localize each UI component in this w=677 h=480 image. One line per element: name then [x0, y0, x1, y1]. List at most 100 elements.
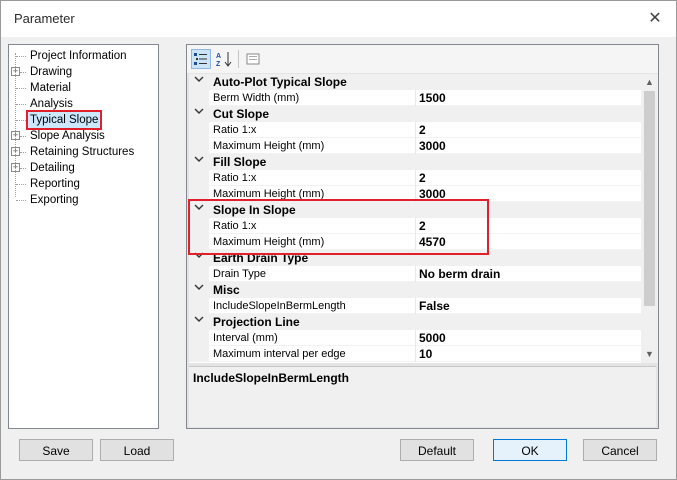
property-row[interactable]: Berm Width (mm) 1500 — [189, 90, 641, 106]
property-value[interactable]: 3000 — [419, 186, 446, 202]
tree-connector — [20, 168, 26, 169]
property-value[interactable]: 3000 — [419, 138, 446, 154]
categorized-icon[interactable] — [191, 49, 211, 69]
row-gutter — [189, 330, 209, 346]
tree-item-label: Detailing — [30, 162, 75, 174]
property-row[interactable]: Interval (mm) 5000 — [189, 330, 641, 346]
property-value[interactable]: 10 — [419, 346, 432, 362]
row-gutter — [189, 138, 209, 154]
property-value[interactable]: 2 — [419, 122, 426, 138]
tree-connector — [16, 104, 26, 105]
tree-item-analysis[interactable]: Analysis — [9, 96, 156, 112]
property-row[interactable]: Maximum Height (mm) 3000 — [189, 138, 641, 154]
property-value[interactable]: 5000 — [419, 330, 446, 346]
property-value[interactable]: False — [419, 298, 450, 314]
vertical-scrollbar[interactable]: ▲ ▼ — [641, 74, 658, 363]
row-gutter — [189, 122, 209, 138]
tree-item-drawing[interactable]: + Drawing — [9, 64, 156, 80]
row-gutter — [189, 90, 209, 106]
category-label: Slope In Slope — [213, 203, 296, 217]
column-divider — [415, 298, 416, 314]
tree-item-typical-slope[interactable]: Typical Slope — [9, 110, 156, 130]
property-row[interactable]: Maximum Height (mm) 4570 — [189, 234, 641, 250]
property-pages-icon[interactable] — [243, 49, 263, 69]
tree-item-label: Drawing — [30, 66, 73, 78]
window-title: Parameter — [14, 11, 75, 26]
chevron-down-icon[interactable] — [194, 282, 206, 298]
svg-text:Z: Z — [216, 61, 221, 68]
tree-connector — [16, 56, 26, 57]
category-row[interactable]: Misc — [189, 282, 641, 298]
tree-item-material[interactable]: Material — [9, 80, 156, 96]
property-value[interactable]: 2 — [419, 170, 426, 186]
property-grid[interactable]: Auto-Plot Typical Slope Berm Width (mm) 15… — [189, 74, 641, 363]
chevron-down-icon[interactable] — [194, 314, 206, 330]
tree-item-label: Project Information — [30, 50, 127, 62]
column-divider — [415, 218, 416, 234]
load-button[interactable]: Load — [100, 439, 174, 461]
scroll-down-icon[interactable]: ▼ — [641, 346, 658, 363]
row-gutter — [189, 234, 209, 250]
property-grid-panel: A Z Auto-Plot Typical Slope Berm Width (m… — [186, 44, 659, 429]
property-value[interactable]: 4570 — [419, 234, 446, 250]
svg-text:A: A — [216, 53, 221, 60]
description-panel: IncludeSlopeInBermLength — [189, 366, 656, 427]
ok-button[interactable]: OK — [493, 439, 567, 461]
property-value[interactable]: 1500 — [419, 90, 446, 106]
category-row[interactable]: Auto-Plot Typical Slope — [189, 74, 641, 90]
chevron-down-icon[interactable] — [194, 202, 206, 218]
tree-item-label: Slope Analysis — [30, 130, 105, 142]
column-divider — [415, 330, 416, 346]
column-divider — [415, 170, 416, 186]
toolbar-separator — [238, 50, 239, 68]
property-value[interactable]: 2 — [419, 218, 426, 234]
save-button[interactable]: Save — [19, 439, 93, 461]
tree-item-label: Exporting — [30, 194, 79, 206]
property-name: Drain Type — [213, 268, 266, 280]
tree-connector — [20, 72, 26, 73]
property-row[interactable]: Ratio 1:x 2 — [189, 170, 641, 186]
chevron-down-icon[interactable] — [194, 106, 206, 122]
category-row[interactable]: Projection Line — [189, 314, 641, 330]
category-row[interactable]: Slope In Slope — [189, 202, 641, 218]
property-row[interactable]: IncludeSlopeInBermLength False — [189, 298, 641, 314]
category-row[interactable]: Fill Slope — [189, 154, 641, 170]
tree-item-label: Reporting — [30, 178, 80, 190]
tree-item-retaining-structures[interactable]: + Retaining Structures — [9, 144, 156, 160]
tree-item-label: Analysis — [30, 98, 73, 110]
tree-item-detailing[interactable]: + Detailing — [9, 160, 156, 176]
default-button[interactable]: Default — [400, 439, 474, 461]
property-row[interactable]: Drain Type No berm drain — [189, 266, 641, 282]
tree-item-exporting[interactable]: Exporting — [9, 192, 156, 208]
property-value[interactable]: No berm drain — [419, 266, 500, 282]
chevron-down-icon[interactable] — [194, 250, 206, 266]
tree-connector — [20, 152, 26, 153]
category-row[interactable]: Earth Drain Type — [189, 250, 641, 266]
tree-item-project-information[interactable]: Project Information — [9, 48, 156, 64]
category-row[interactable]: Cut Slope — [189, 106, 641, 122]
column-divider — [415, 90, 416, 106]
row-gutter — [189, 266, 209, 282]
scroll-up-icon[interactable]: ▲ — [641, 74, 658, 91]
chevron-down-icon[interactable] — [194, 74, 206, 90]
tree-item-label: Retaining Structures — [30, 146, 135, 158]
property-row[interactable]: Ratio 1:x 2 — [189, 218, 641, 234]
tree-connector — [16, 200, 26, 201]
close-icon[interactable]: ✕ — [644, 8, 666, 30]
row-gutter — [189, 346, 209, 362]
sort-az-icon[interactable]: A Z — [214, 49, 234, 69]
cancel-button[interactable]: Cancel — [583, 439, 657, 461]
category-tree[interactable]: Project Information + Drawing Material Analy… — [8, 44, 159, 429]
tree-item-slope-analysis[interactable]: + Slope Analysis — [9, 128, 156, 144]
property-row[interactable]: Ratio 1:x 2 — [189, 122, 641, 138]
row-gutter — [189, 298, 209, 314]
tree-connector — [16, 88, 26, 89]
row-gutter — [189, 186, 209, 202]
chevron-down-icon[interactable] — [194, 154, 206, 170]
category-label: Auto-Plot Typical Slope — [213, 75, 347, 89]
tree-item-reporting[interactable]: Reporting — [9, 176, 156, 192]
property-row[interactable]: Maximum Height (mm) 3000 — [189, 186, 641, 202]
scroll-thumb[interactable] — [644, 91, 655, 306]
tree-item-label: Material — [30, 82, 71, 94]
property-row[interactable]: Maximum interval per edge 10 — [189, 346, 641, 362]
